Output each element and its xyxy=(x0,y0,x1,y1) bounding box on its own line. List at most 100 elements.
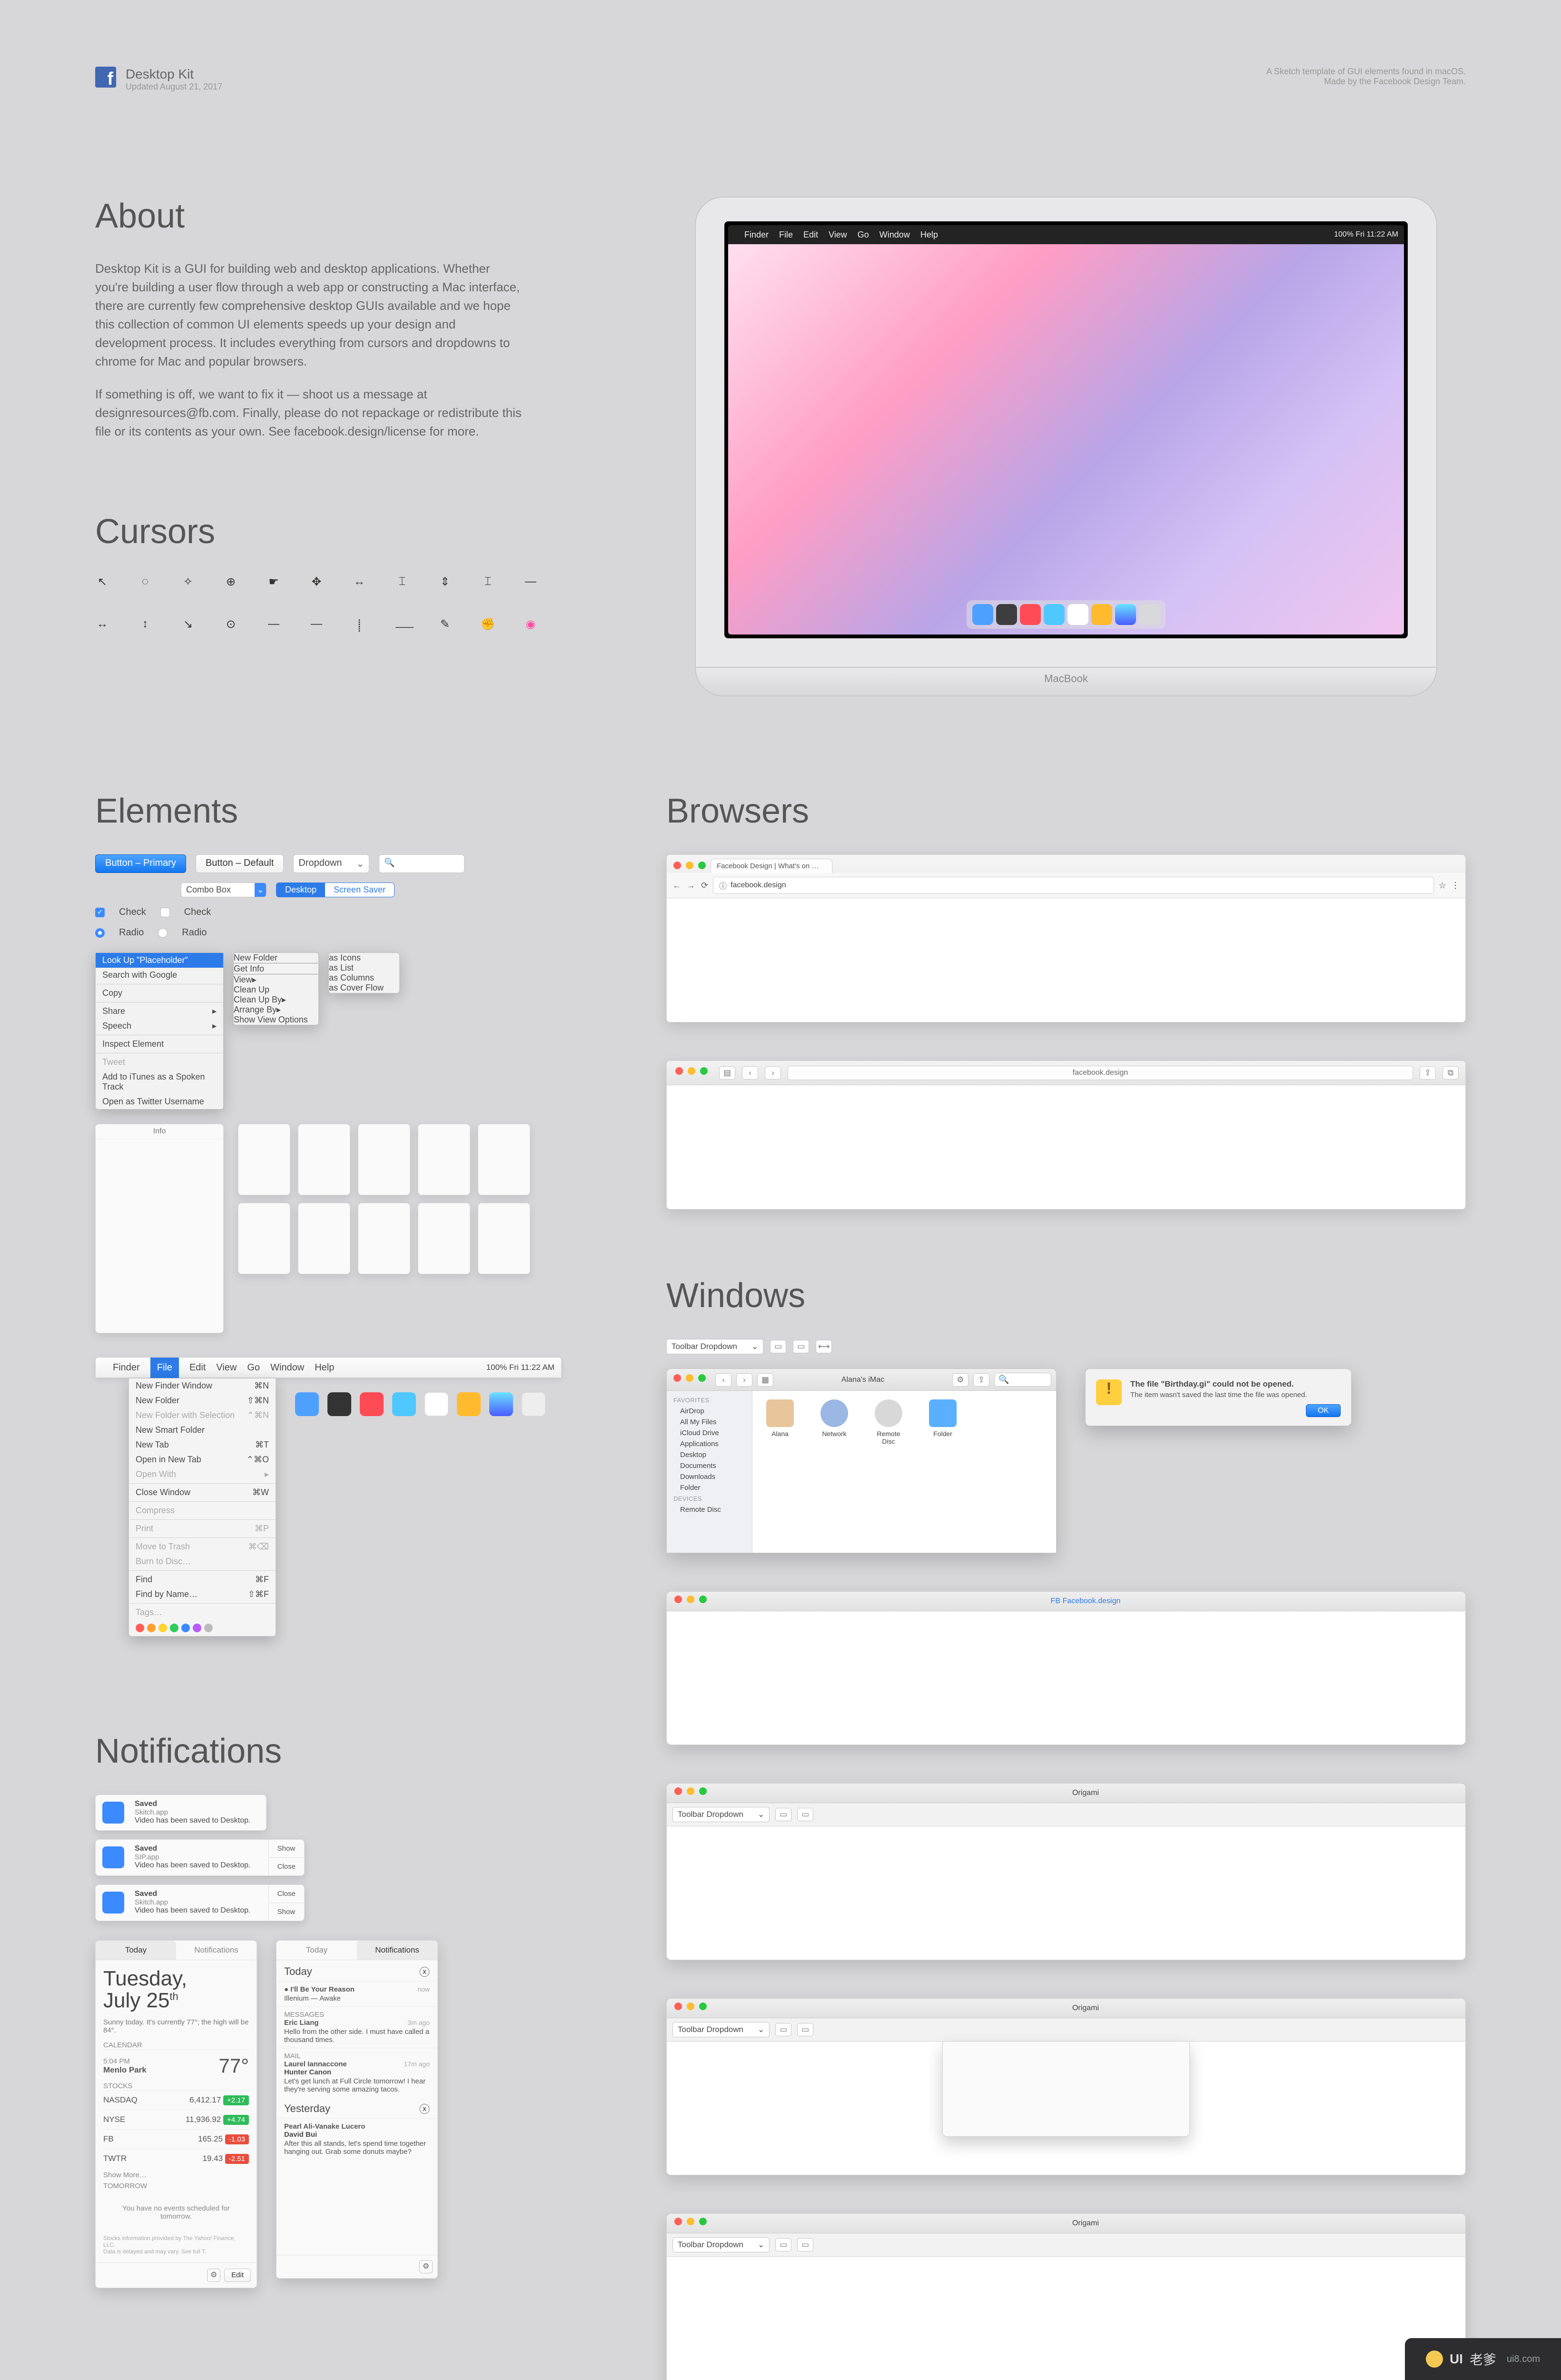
finder-item[interactable]: Network xyxy=(815,1399,853,1438)
toolbar-btn[interactable]: ▭ xyxy=(775,2023,791,2036)
sidebar-item[interactable]: Applications xyxy=(667,1438,752,1449)
tab-notifications[interactable]: Notifications xyxy=(357,1941,437,1960)
search-field[interactable]: 🔍 xyxy=(994,1373,1051,1387)
minimize-icon[interactable] xyxy=(687,1596,694,1603)
back-icon[interactable]: ‹ xyxy=(715,1373,731,1387)
tag-red[interactable] xyxy=(136,1624,144,1632)
toolbar-seg[interactable]: ▭ xyxy=(793,1340,809,1353)
sidebar-item[interactable]: Folder xyxy=(667,1482,752,1493)
menu-icon[interactable]: ⋮ xyxy=(1451,881,1460,891)
tag-yellow[interactable] xyxy=(158,1624,167,1632)
action-icon[interactable]: ⚙ xyxy=(952,1373,968,1387)
notif-action-close[interactable]: Close xyxy=(269,1885,304,1903)
dropdown-control[interactable]: Dropdown⌄ xyxy=(293,854,369,873)
toolbar-btn[interactable]: ▭ xyxy=(797,1808,813,1821)
minimize-icon[interactable] xyxy=(688,1067,695,1075)
gear-icon[interactable]: ⚙ xyxy=(419,2260,433,2273)
sidebar-item[interactable]: AirDrop xyxy=(667,1406,752,1417)
minimize-icon[interactable] xyxy=(687,1787,694,1795)
checkbox-on[interactable]: ✓ xyxy=(95,908,105,917)
back-icon[interactable]: ‹ xyxy=(742,1066,758,1080)
finder-item[interactable]: Folder xyxy=(924,1399,962,1438)
forward-icon[interactable]: → xyxy=(687,881,695,891)
tag-green[interactable] xyxy=(170,1624,178,1632)
toolbar-dropdown[interactable]: Toolbar Dropdown⌄ xyxy=(672,2022,770,2037)
share-icon[interactable]: ⇪ xyxy=(973,1373,989,1387)
tag-purple[interactable] xyxy=(193,1624,201,1632)
toolbar-btn[interactable]: ▭ xyxy=(775,2238,791,2251)
share-icon[interactable]: ⇪ xyxy=(1420,1066,1436,1080)
finder-item[interactable]: Remote Disc xyxy=(869,1399,908,1445)
view-icons[interactable]: ▦ xyxy=(757,1373,773,1387)
toolbar-btn[interactable]: ▭ xyxy=(797,2023,813,2036)
sidebar-item[interactable]: iCloud Drive xyxy=(667,1428,752,1438)
submenu-1[interactable]: New Folder Get Info View▸ Clean Up Clean… xyxy=(233,952,319,1025)
sidebar-item[interactable]: All My Files xyxy=(667,1417,752,1428)
sidebar-item[interactable]: Desktop xyxy=(667,1449,752,1460)
notif-action-show[interactable]: Show xyxy=(269,1903,304,1921)
reload-icon[interactable]: ⟳ xyxy=(701,881,708,891)
zoom-icon[interactable] xyxy=(698,862,706,869)
minimize-icon[interactable] xyxy=(686,1374,693,1382)
tag-gray[interactable] xyxy=(204,1624,213,1632)
tag-blue[interactable] xyxy=(181,1624,190,1632)
close-icon[interactable] xyxy=(673,1374,681,1382)
notif-action-show[interactable]: Show xyxy=(269,1840,304,1857)
close-icon[interactable] xyxy=(674,1787,682,1795)
tab-today[interactable]: Today xyxy=(96,1941,176,1960)
minimize-icon[interactable] xyxy=(687,2218,694,2225)
combo-box[interactable]: Combo Box⌄ xyxy=(181,883,267,897)
star-icon[interactable]: ☆ xyxy=(1439,881,1446,891)
sidebar-item[interactable]: Remote Disc xyxy=(667,1504,752,1515)
notification-banner[interactable]: Saved Skitch.app Video has been saved to… xyxy=(95,1795,267,1831)
url-bar[interactable]: ⓘfacebook.design xyxy=(713,877,1434,894)
submenu-2[interactable]: as Icons as List as Columns as Cover Flo… xyxy=(328,952,400,993)
sidebar-item[interactable]: Downloads xyxy=(667,1471,752,1482)
close-icon[interactable] xyxy=(674,1596,682,1603)
segmented-control[interactable]: DesktopScreen Saver xyxy=(276,883,395,897)
close-icon[interactable] xyxy=(675,1067,683,1075)
radio-on[interactable] xyxy=(95,928,105,938)
toolbar-dropdown[interactable]: Toolbar Dropdown⌄ xyxy=(672,1807,770,1822)
file-menu-dropdown[interactable]: New Finder Window⌘N New Folder⇧⌘N New Fo… xyxy=(128,1378,276,1636)
forward-icon[interactable]: › xyxy=(736,1373,752,1387)
sidebar-item[interactable]: Documents xyxy=(667,1460,752,1471)
finder-item[interactable]: Alana xyxy=(761,1399,799,1438)
close-icon[interactable] xyxy=(673,862,681,869)
ok-button[interactable]: OK xyxy=(1306,1404,1341,1417)
back-icon[interactable]: ← xyxy=(672,881,681,891)
context-menu[interactable]: Look Up "Placeholder" Search with Google… xyxy=(95,952,224,1110)
toolbar-btn[interactable]: ▭ xyxy=(775,1808,791,1821)
browser-tab[interactable]: Facebook Design | What's on … xyxy=(711,859,832,873)
clear-icon[interactable]: ⓧ xyxy=(419,1964,430,1979)
zoom-icon[interactable] xyxy=(699,2218,707,2225)
notif-action-close[interactable]: Close xyxy=(269,1857,304,1875)
forward-icon[interactable]: › xyxy=(765,1066,781,1080)
zoom-icon[interactable] xyxy=(699,1787,707,1795)
toolbar-dropdown[interactable]: Toolbar Dropdown⌄ xyxy=(672,2237,770,2252)
radio-off[interactable] xyxy=(158,928,168,938)
minimize-icon[interactable] xyxy=(687,2003,694,2010)
ctx-header[interactable]: Look Up "Placeholder" xyxy=(96,953,223,968)
toolbar-seg[interactable]: ▭ xyxy=(770,1340,786,1353)
sidebar-icon[interactable]: ▤ xyxy=(719,1066,735,1080)
zoom-icon[interactable] xyxy=(698,1374,706,1382)
zoom-icon[interactable] xyxy=(699,2003,707,2010)
minimize-icon[interactable] xyxy=(686,862,693,869)
button-default[interactable]: Button – Default xyxy=(196,854,284,873)
toolbar-dropdown[interactable]: Toolbar Dropdown⌄ xyxy=(666,1339,763,1354)
tabs-icon[interactable]: ⧉ xyxy=(1442,1066,1459,1080)
tab-notifications[interactable]: Notifications xyxy=(176,1941,257,1960)
button-primary[interactable]: Button – Primary xyxy=(95,854,186,873)
zoom-icon[interactable] xyxy=(699,1596,707,1603)
gear-icon[interactable]: ⚙ xyxy=(207,2269,220,2282)
zoom-icon[interactable] xyxy=(700,1067,708,1075)
tag-orange[interactable] xyxy=(147,1624,156,1632)
close-icon[interactable] xyxy=(674,2218,682,2225)
notification-banner[interactable]: Saved SIP.app Video has been saved to De… xyxy=(95,1839,305,1876)
search-field[interactable]: 🔍 xyxy=(379,854,464,873)
url-bar[interactable]: facebook.design xyxy=(788,1066,1413,1080)
close-icon[interactable] xyxy=(674,2003,682,2010)
notification-banner[interactable]: Saved Skitch.app Video has been saved to… xyxy=(95,1884,305,1921)
checkbox-off[interactable] xyxy=(160,908,170,917)
